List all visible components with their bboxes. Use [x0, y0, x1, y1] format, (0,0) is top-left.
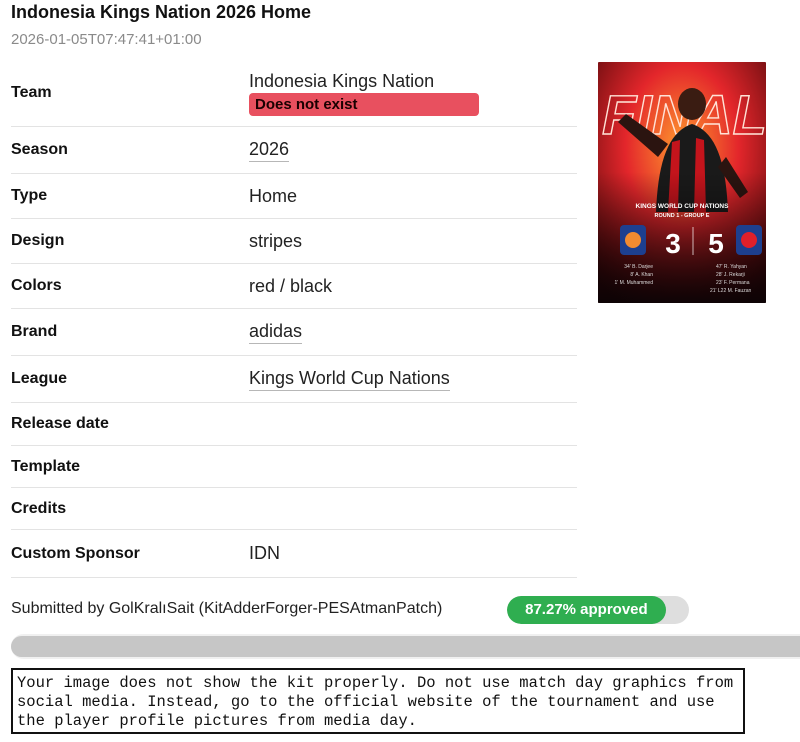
away-scorer: 47' R. Yahyan: [716, 264, 747, 270]
detail-value-team: Indonesia Kings Nation: [249, 71, 435, 91]
detail-row-custom-sponsor: Custom Sponsor IDN: [11, 530, 577, 578]
detail-value-colors: red / black: [249, 275, 333, 296]
detail-label-type: Type: [11, 187, 48, 204]
submission-timestamp: 2026-01-05T07:47:41+01:00: [11, 31, 202, 48]
detail-row-season: Season 2026: [11, 127, 577, 174]
detail-label-brand: Brand: [11, 323, 58, 340]
poster-tournament: KINGS WORLD CUP NATIONS: [636, 203, 730, 210]
away-crest-icon: [741, 232, 757, 248]
horizontal-scrollbar[interactable]: [11, 634, 800, 659]
submitted-by-text: Submitted by GolKralıSait (KitAdderForge…: [11, 600, 443, 617]
poster-away-score: 5: [708, 228, 724, 259]
detail-label-template: Template: [11, 457, 81, 475]
away-scorer: 21' L22 M. Fauzan: [710, 288, 751, 294]
page-title: Indonesia Kings Nation 2026 Home: [11, 2, 312, 22]
kit-details-table: Team Indonesia Kings Nation Does not exi…: [11, 62, 577, 578]
home-scorer: 34' B. Darjee: [624, 264, 653, 270]
approval-progress: 87.27% approved: [507, 596, 689, 624]
kit-submission-image[interactable]: FINAL KINGS WORLD CUP NATIONS ROUND 1 - …: [598, 62, 766, 303]
season-link[interactable]: 2026: [249, 139, 290, 162]
detail-label-custom-sponsor: Custom Sponsor: [11, 544, 140, 562]
detail-label-credits: Credits: [11, 499, 67, 517]
detail-value-type: Home: [249, 185, 298, 206]
detail-label-design: Design: [11, 232, 65, 249]
team-error-badge: Does not exist: [249, 93, 479, 116]
detail-label-release-date: Release date: [11, 415, 109, 432]
detail-value-custom-sponsor: IDN: [249, 543, 280, 563]
poster-round: ROUND 1 - GROUP E: [655, 213, 710, 219]
away-scorer: 28' J. Rekarji: [716, 272, 745, 278]
detail-row-team: Team Indonesia Kings Nation Does not exi…: [11, 62, 577, 127]
away-scorer: 23' F. Permana: [716, 280, 750, 286]
match-graphic: FINAL KINGS WORLD CUP NATIONS ROUND 1 - …: [598, 62, 766, 303]
detail-row-design: Design stripes: [11, 219, 577, 264]
review-comment-textarea[interactable]: Your image does not show the kit properl…: [11, 668, 745, 734]
brand-link[interactable]: adidas: [249, 321, 303, 344]
detail-label-season: Season: [11, 141, 68, 158]
scrollbar-thumb[interactable]: [11, 636, 800, 657]
detail-row-credits: Credits: [11, 488, 577, 530]
league-link[interactable]: Kings World Cup Nations: [249, 368, 450, 391]
detail-value-design: stripes: [249, 230, 303, 251]
home-scorer: 1' M. Muhammed: [615, 280, 654, 286]
detail-label-team: Team: [11, 84, 52, 101]
detail-label-colors: Colors: [11, 277, 62, 294]
detail-row-league: League Kings World Cup Nations: [11, 356, 577, 403]
detail-row-colors: Colors red / black: [11, 264, 577, 309]
poster-home-score: 3: [665, 228, 681, 259]
approval-progress-fill: 87.27% approved: [507, 596, 666, 624]
detail-row-release-date: Release date: [11, 403, 577, 446]
detail-row-brand: Brand adidas: [11, 309, 577, 356]
detail-row-template: Template: [11, 446, 577, 488]
detail-label-league: League: [11, 370, 68, 387]
detail-row-type: Type Home: [11, 174, 577, 219]
home-scorer: 8' A. Khan: [630, 272, 653, 278]
home-crest-icon: [625, 232, 641, 248]
